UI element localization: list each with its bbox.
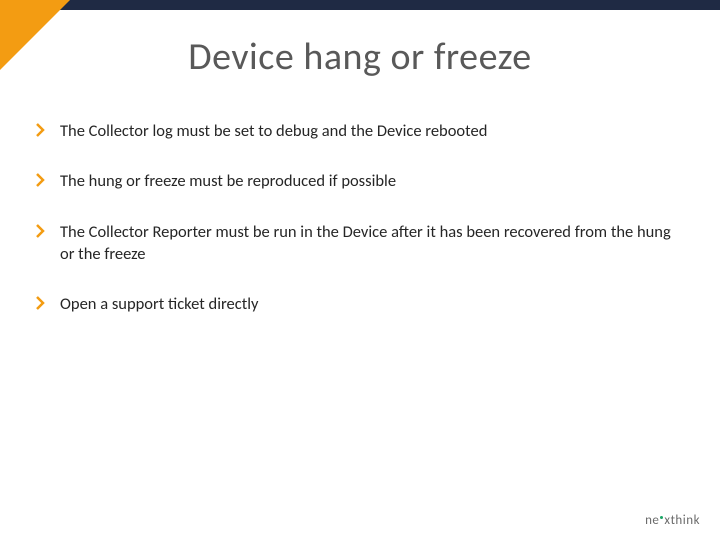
list-item-text: The Collector Reporter must be run in th… [60,221,672,266]
chevron-right-icon [36,296,46,310]
chevron-right-icon [36,173,46,187]
top-bar [0,0,720,10]
brand-part: ne [645,513,659,528]
chevron-right-icon [36,224,46,238]
list-item: Open a support ticket directly [36,293,672,315]
brand-logo: nexthink [645,513,700,528]
list-item: The hung or freeze must be reproduced if… [36,170,672,192]
brand-part: think [671,513,700,528]
chevron-right-icon [36,123,46,137]
dot-icon [660,516,663,519]
slide: Device hang or freeze The Collector log … [0,0,720,540]
list-item: The Collector Reporter must be run in th… [36,221,672,266]
list-item-text: The hung or freeze must be reproduced if… [60,170,396,192]
slide-title: Device hang or freeze [0,34,720,80]
list-item-text: The Collector log must be set to debug a… [60,120,487,142]
list-item: The Collector log must be set to debug a… [36,120,672,142]
bullet-list: The Collector log must be set to debug a… [36,120,672,343]
list-item-text: Open a support ticket directly [60,293,258,315]
